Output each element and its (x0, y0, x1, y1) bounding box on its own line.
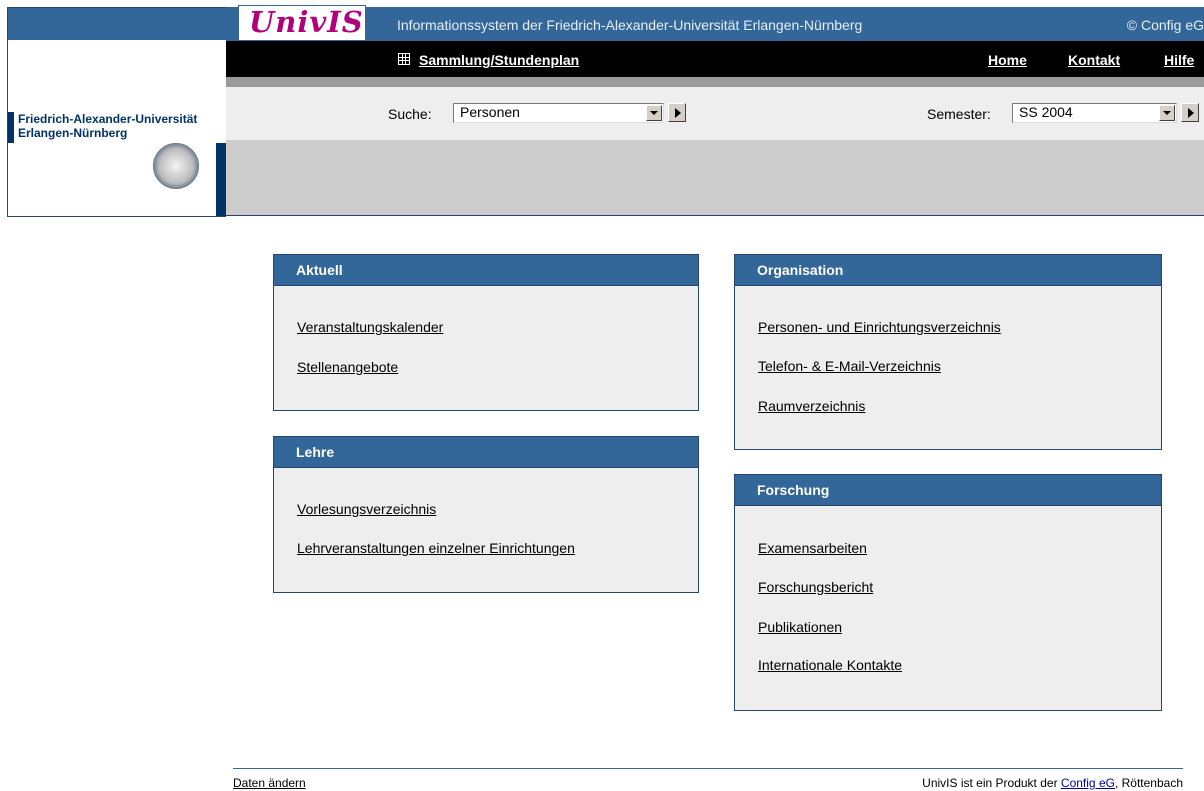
title-bar: Informationssystem der Friedrich-Alexand… (226, 7, 1204, 41)
contact-link[interactable]: Kontakt (1068, 52, 1120, 68)
logo-stripe (8, 112, 14, 143)
link-stellenangebote[interactable]: Stellenangebote (297, 359, 398, 375)
panel-forschung: Forschung Examensarbeiten Forschungsberi… (734, 474, 1162, 711)
home-link[interactable]: Home (988, 52, 1027, 68)
search-select-value: Personen (460, 104, 520, 120)
edit-data-link[interactable]: Daten ändern (233, 776, 306, 790)
panel-lehre: Lehre Vorlesungsverzeichnis Lehrveransta… (273, 436, 699, 593)
university-seal-icon (153, 143, 199, 189)
panel-aktuell: Aktuell Veranstaltungskalender Stellenan… (273, 254, 699, 411)
semester-select[interactable]: SS 2004 (1012, 103, 1177, 123)
config-eg-link[interactable]: Config eG (1061, 776, 1115, 790)
search-select[interactable]: Personen (453, 103, 664, 123)
panel-organisation-title: Organisation (735, 255, 1161, 286)
link-personen-einrichtungsverzeichnis[interactable]: Personen- und Einrichtungsverzeichnis (758, 319, 1001, 335)
page-header: Friedrich-Alexander-Universität Erlangen… (7, 5, 1204, 217)
semester-select-value: SS 2004 (1019, 104, 1073, 120)
link-examensarbeiten[interactable]: Examensarbeiten (758, 540, 867, 556)
university-logo-area: Friedrich-Alexander-Universität Erlangen… (7, 7, 226, 217)
univis-logo-box[interactable]: UnivIS (238, 5, 366, 41)
footer-location: , Röttenbach (1114, 776, 1183, 790)
footer-divider (233, 768, 1183, 769)
help-link[interactable]: Hilfe (1164, 52, 1194, 68)
university-name-line1: Friedrich-Alexander-Universität (18, 112, 198, 126)
semester-go-button[interactable] (1181, 103, 1199, 122)
link-forschungsbericht[interactable]: Forschungsbericht (758, 579, 873, 595)
footer-credit: UnivIS ist ein Produkt der Config eG, Rö… (922, 776, 1183, 790)
link-publikationen[interactable]: Publikationen (758, 619, 842, 635)
panel-forschung-title: Forschung (735, 475, 1161, 506)
separator-bar (226, 77, 1204, 87)
panel-lehre-title: Lehre (274, 437, 698, 468)
collection-link[interactable]: Sammlung/Stundenplan (419, 52, 579, 68)
panel-organisation: Organisation Personen- und Einrichtungsv… (734, 254, 1162, 450)
link-internationale-kontakte[interactable]: Internationale Kontakte (758, 657, 902, 673)
univis-logo: UnivIS (249, 5, 364, 39)
chevron-down-icon[interactable] (1159, 105, 1175, 121)
link-lehrveranstaltungen[interactable]: Lehrveranstaltungen einzelner Einrichtun… (297, 540, 575, 556)
semester-label: Semester: (927, 106, 991, 122)
footer-product-text: UnivIS ist ein Produkt der (922, 776, 1058, 790)
system-title: Informationssystem der Friedrich-Alexand… (397, 17, 863, 33)
link-veranstaltungskalender[interactable]: Veranstaltungskalender (297, 319, 443, 335)
grid-icon[interactable] (398, 53, 410, 65)
university-name-line2: Erlangen-Nürnberg (18, 126, 128, 140)
nav-bar: Sammlung/Stundenplan Home Kontakt Hilfe (226, 41, 1204, 77)
link-vorlesungsverzeichnis[interactable]: Vorlesungsverzeichnis (297, 501, 436, 517)
search-go-button[interactable] (668, 103, 686, 122)
header-main: Informationssystem der Friedrich-Alexand… (226, 5, 1204, 217)
copyright: © Config eG (1126, 17, 1204, 33)
link-telefon-email-verzeichnis[interactable]: Telefon- & E-Mail-Verzeichnis (758, 358, 941, 374)
logo-vertical-bar (216, 143, 226, 216)
panel-aktuell-title: Aktuell (274, 255, 698, 286)
chevron-down-icon[interactable] (646, 105, 662, 121)
search-label: Suche: (388, 106, 432, 122)
university-name[interactable]: Friedrich-Alexander-Universität Erlangen… (18, 112, 197, 140)
header-gray-bar (226, 140, 1204, 216)
logo-topbar (8, 8, 226, 40)
link-raumverzeichnis[interactable]: Raumverzeichnis (758, 398, 865, 414)
search-row: Suche: Personen Semester: SS 2004 (226, 87, 1204, 140)
